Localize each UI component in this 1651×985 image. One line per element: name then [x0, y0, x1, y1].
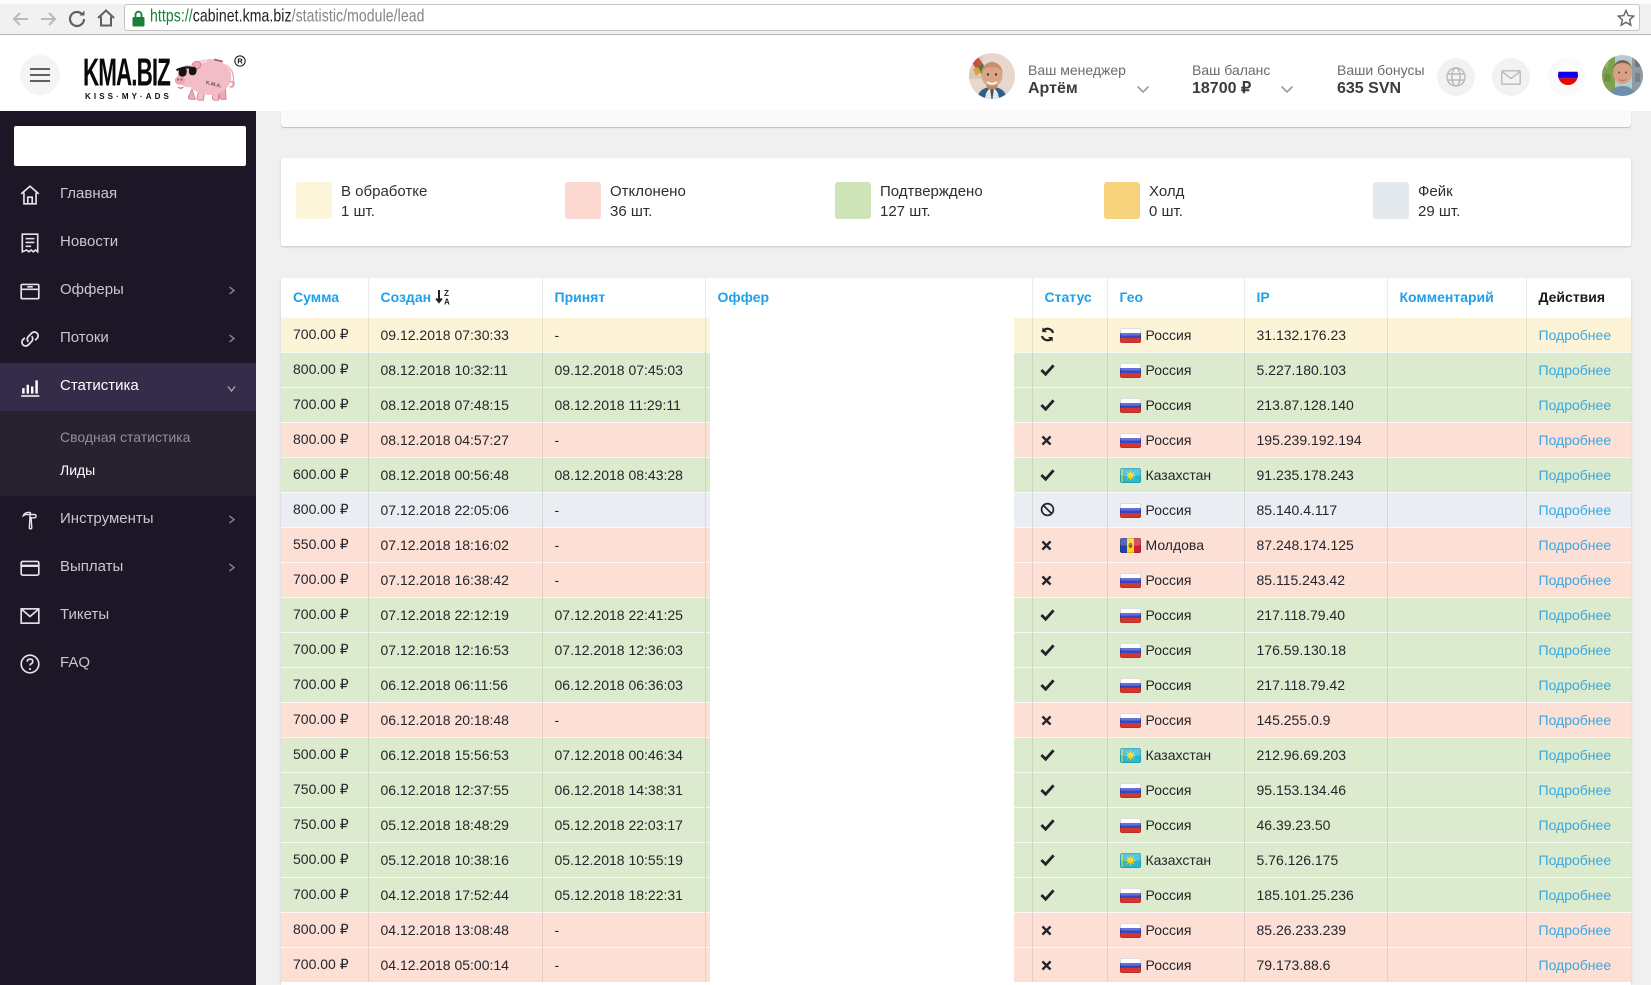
svg-text:R: R — [237, 57, 243, 66]
svg-text:A: A — [444, 298, 450, 306]
